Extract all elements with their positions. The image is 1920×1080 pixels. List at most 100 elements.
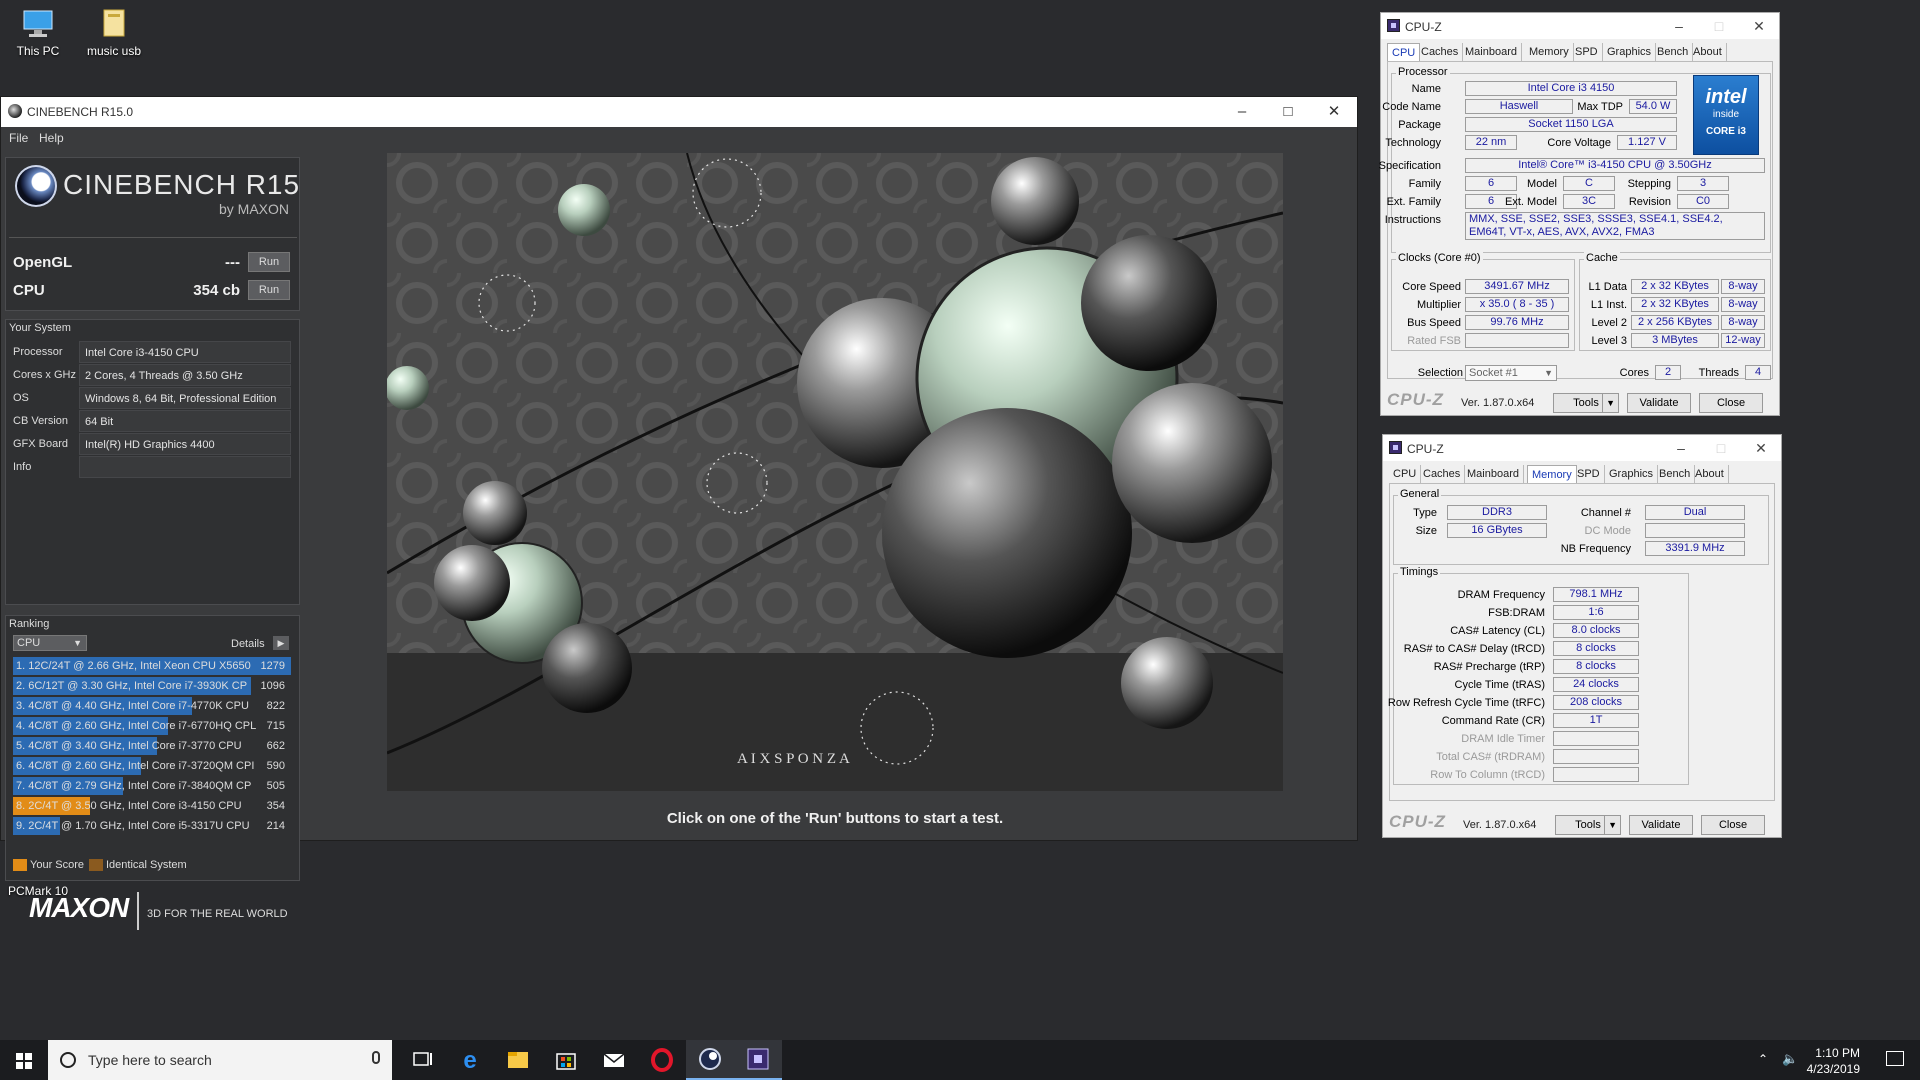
chevron-up-icon[interactable]: ⌃: [1758, 1052, 1768, 1066]
ranking-row[interactable]: 8. 2C/4T @ 3.50 GHz, Intel Core i3-4150 …: [13, 797, 291, 815]
ranking-row[interactable]: 7. 4C/8T @ 2.79 GHz, Intel Core i7-3840Q…: [13, 777, 291, 795]
minimize-icon[interactable]: –: [1661, 435, 1701, 461]
timing-label: Command Rate (CR): [1441, 715, 1545, 727]
desktop-icon-label: music usb: [86, 44, 142, 58]
volume-icon[interactable]: 🔈: [1782, 1051, 1798, 1067]
cinebench-taskbar-icon[interactable]: [686, 1040, 734, 1080]
selection-dropdown[interactable]: Socket #1 ▼: [1465, 365, 1557, 381]
timing-value: 8 clocks: [1553, 659, 1639, 674]
validate-button[interactable]: Validate: [1629, 815, 1693, 835]
system-row: Processor Intel Core i3-4150 CPU: [11, 341, 291, 363]
tools-button[interactable]: Tools ▼: [1555, 815, 1621, 835]
maximize-icon[interactable]: □: [1265, 97, 1311, 127]
timing-value: [1553, 749, 1639, 764]
codename-field: Haswell: [1465, 99, 1573, 114]
your-system-title: Your System: [9, 322, 71, 334]
ranking-row-text: 9. 2C/4T @ 1.70 GHz, Intel Core i5-3317U…: [16, 820, 250, 832]
corevoltage-field: 1.127 V: [1617, 135, 1677, 150]
tab-cpu[interactable]: CPU: [1387, 43, 1421, 61]
multiplier-field: x 35.0 ( 8 - 35 ): [1465, 297, 1569, 312]
ranking-row-text: 4. 4C/8T @ 2.60 GHz, Intel Core i7-6770H…: [16, 720, 257, 732]
task-view-icon[interactable]: [398, 1040, 446, 1080]
ranking-row[interactable]: 4. 4C/8T @ 2.60 GHz, Intel Core i7-6770H…: [13, 717, 291, 735]
tab-graphics[interactable]: Graphics: [1605, 465, 1659, 483]
desktop-icon-this-pc[interactable]: This PC: [0, 8, 78, 58]
family-field: 6: [1465, 176, 1517, 191]
close-icon[interactable]: ✕: [1311, 97, 1357, 127]
ranking-dropdown[interactable]: CPU ▼: [13, 635, 87, 651]
tab-spd[interactable]: SPD: [1573, 465, 1605, 483]
taskbar-search-box[interactable]: Type here to search: [48, 1040, 392, 1080]
tab-about[interactable]: About: [1691, 465, 1729, 483]
notification-icon[interactable]: [1886, 1051, 1904, 1066]
extmodel-label: Ext. Model: [1505, 196, 1557, 208]
level2-way-field: 8-way: [1721, 315, 1765, 330]
dcmode-label: DC Mode: [1584, 525, 1631, 537]
ranking-row-text: 3. 4C/8T @ 4.40 GHz, Intel Core i7-4770K…: [16, 700, 249, 712]
tab-caches[interactable]: Caches: [1419, 465, 1466, 483]
ranking-row[interactable]: 6. 4C/8T @ 2.60 GHz, Intel Core i7-3720Q…: [13, 757, 291, 775]
start-button[interactable]: [0, 1040, 48, 1080]
cpuz-cpu-window: CPU-Z – □ ✕ CPU Caches Mainboard Memory SPD G…: [1379, 12, 1780, 416]
microphone-icon[interactable]: [372, 1051, 380, 1064]
desktop-icon-music-usb[interactable]: music usb: [74, 8, 154, 58]
ranking-row[interactable]: 9. 2C/4T @ 1.70 GHz, Intel Core i5-3317U…: [13, 817, 291, 835]
cpuz-titlebar[interactable]: CPU-Z – □ ✕: [1381, 13, 1779, 39]
tab-mainboard[interactable]: Mainboard: [1461, 43, 1522, 61]
maximize-icon[interactable]: □: [1699, 13, 1739, 39]
family-label: Family: [1408, 178, 1441, 190]
maximize-icon[interactable]: □: [1701, 435, 1741, 461]
tab-spd[interactable]: SPD: [1571, 43, 1603, 61]
tab-about[interactable]: About: [1689, 43, 1727, 61]
file-explorer-icon[interactable]: [494, 1040, 542, 1080]
minimize-icon[interactable]: –: [1219, 97, 1265, 127]
tab-caches[interactable]: Caches: [1417, 43, 1464, 61]
ranking-title: Ranking: [9, 618, 50, 630]
tab-bench[interactable]: Bench: [1653, 43, 1694, 61]
details-arrow-icon[interactable]: ▶: [273, 636, 289, 650]
edge-icon[interactable]: e: [446, 1040, 494, 1080]
close-icon[interactable]: ✕: [1741, 435, 1781, 461]
tab-memory[interactable]: Memory: [1527, 465, 1577, 483]
timing-label: Row To Column (tRCD): [1430, 769, 1545, 781]
close-button[interactable]: Close: [1699, 393, 1763, 413]
validate-button[interactable]: Validate: [1627, 393, 1691, 413]
system-row-value: [79, 456, 291, 478]
cpuz-titlebar[interactable]: CPU-Z – □ ✕: [1383, 435, 1781, 461]
cpu-run-button[interactable]: Run: [248, 280, 290, 300]
tab-mainboard[interactable]: Mainboard: [1463, 465, 1524, 483]
store-icon[interactable]: [542, 1040, 590, 1080]
ranking-row[interactable]: 1. 12C/24T @ 2.66 GHz, Intel Xeon CPU X5…: [13, 657, 291, 675]
menu-help[interactable]: Help: [39, 131, 64, 145]
menu-file[interactable]: File: [9, 131, 28, 145]
system-row-key: Info: [13, 461, 32, 473]
ranking-row[interactable]: 5. 4C/8T @ 3.40 GHz, Intel Core i7-3770 …: [13, 737, 291, 755]
minimize-icon[interactable]: –: [1659, 13, 1699, 39]
intel-inside-text: inside: [1712, 109, 1740, 120]
taskbar-clock[interactable]: 1:10 PM 4/23/2019: [1807, 1045, 1860, 1077]
close-icon[interactable]: ✕: [1739, 13, 1779, 39]
busspeed-field: 99.76 MHz: [1465, 315, 1569, 330]
corevoltage-label: Core Voltage: [1547, 137, 1611, 149]
cinebench-titlebar[interactable]: CINEBENCH R15.0 – □ ✕: [1, 97, 1357, 127]
opengl-run-button[interactable]: Run: [248, 252, 290, 272]
close-button[interactable]: Close: [1701, 815, 1765, 835]
ranking-row[interactable]: 3. 4C/8T @ 4.40 GHz, Intel Core i7-4770K…: [13, 697, 291, 715]
ranking-row[interactable]: 2. 6C/12T @ 3.30 GHz, Intel Core i7-3930…: [13, 677, 291, 695]
menu-bar: File Help: [1, 127, 1357, 149]
details-label[interactable]: Details: [231, 638, 265, 650]
status-text: Click on one of the 'Run' buttons to sta…: [666, 810, 1004, 827]
cpuz-taskbar-icon[interactable]: [734, 1040, 782, 1080]
tab-cpu[interactable]: CPU: [1389, 465, 1422, 483]
tab-memory[interactable]: Memory: [1525, 43, 1574, 61]
tools-button[interactable]: Tools ▼: [1553, 393, 1619, 413]
opera-icon[interactable]: [638, 1040, 686, 1080]
tab-graphics[interactable]: Graphics: [1603, 43, 1657, 61]
opengl-label: OpenGL: [13, 254, 73, 271]
windows-icon: [16, 1053, 32, 1069]
timing-value: [1553, 767, 1639, 782]
mail-icon[interactable]: [590, 1040, 638, 1080]
cpuz-footer-logo: CPU-Z: [1389, 812, 1446, 831]
ranking-row-score: 214: [266, 820, 285, 832]
tab-bench[interactable]: Bench: [1655, 465, 1696, 483]
